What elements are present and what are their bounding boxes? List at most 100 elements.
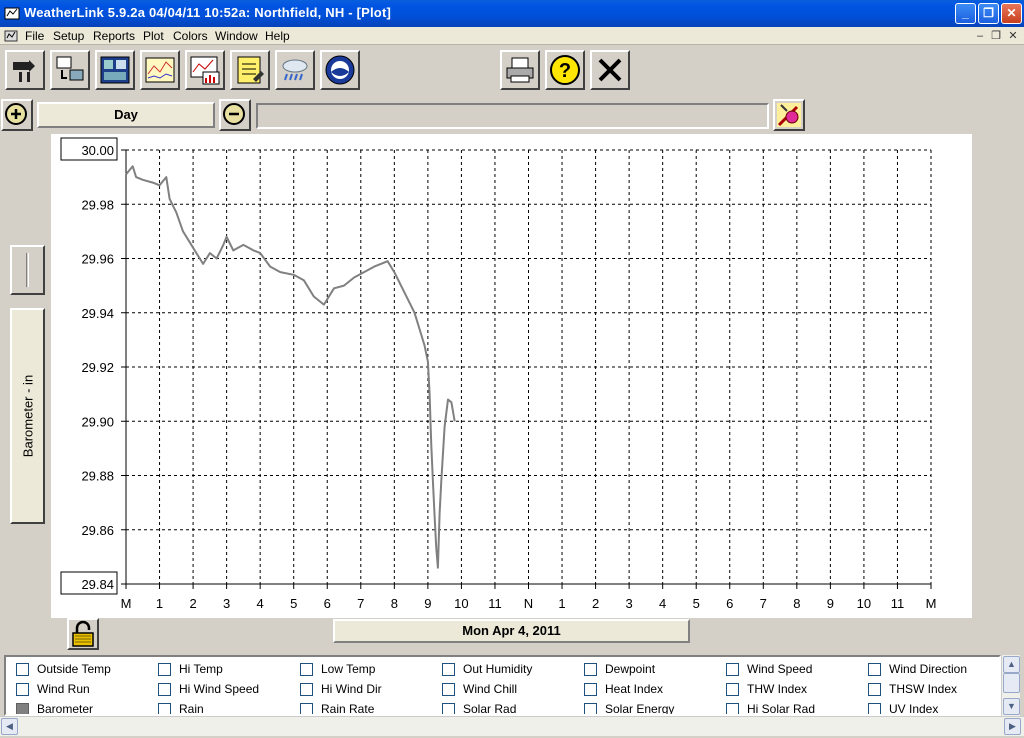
scroll-left-button[interactable]: ◀ <box>1 718 18 735</box>
checklist-item[interactable]: Low Temp <box>300 660 438 678</box>
station-button[interactable] <box>95 50 135 90</box>
print-button[interactable] <box>500 50 540 90</box>
title-bar: WeatherLink 5.9.2a 04/04/11 10:52a: Nort… <box>0 0 1024 27</box>
lock-button[interactable] <box>67 618 99 650</box>
weather-button[interactable] <box>275 50 315 90</box>
x-tick-label: 9 <box>827 596 834 611</box>
slider-grip <box>26 253 29 287</box>
color-picker-button[interactable] <box>773 99 805 131</box>
checklist-item[interactable]: Heat Index <box>584 680 722 698</box>
menu-window[interactable]: Window <box>215 29 258 43</box>
checkbox[interactable] <box>584 703 597 714</box>
checklist-label: Out Humidity <box>463 662 533 676</box>
checkbox[interactable] <box>158 683 171 696</box>
checkbox[interactable] <box>868 683 881 696</box>
checklist-item[interactable]: Wind Direction <box>868 660 999 678</box>
checkbox[interactable] <box>868 663 881 676</box>
notes-button[interactable] <box>230 50 270 90</box>
checkbox[interactable] <box>300 663 313 676</box>
minimize-button[interactable]: _ <box>955 3 976 24</box>
period-display[interactable]: Day <box>37 102 215 128</box>
horizontal-scrollbar[interactable]: ◀ ▶ <box>0 716 1024 736</box>
bulletin-button[interactable] <box>5 50 45 90</box>
y-axis-title-button[interactable]: Barometer - in <box>10 308 45 524</box>
checkbox[interactable] <box>584 663 597 676</box>
checkbox[interactable] <box>868 703 881 714</box>
scroll-down-button[interactable]: ▼ <box>1003 698 1020 715</box>
help-button[interactable]: ? <box>545 50 585 90</box>
plot-button[interactable] <box>185 50 225 90</box>
checklist-item[interactable]: Barometer <box>16 700 154 714</box>
checklist-item[interactable]: Rain Rate <box>300 700 438 714</box>
checklist-item[interactable]: THW Index <box>726 680 864 698</box>
checkbox[interactable] <box>158 663 171 676</box>
close-window-button[interactable]: ✕ <box>1001 3 1022 24</box>
checklist-item[interactable]: Solar Energy <box>584 700 722 714</box>
barometer-chart: M 1 2 3 4 5 6 7 8 9 10 11 N 1 2 3 4 5 6 7 8 9 10 11 M 30.00 29.98 2… <box>60 137 936 611</box>
checkbox[interactable] <box>16 703 29 714</box>
checkbox[interactable] <box>442 663 455 676</box>
checklist-item[interactable]: Wind Run <box>16 680 154 698</box>
checklist-label: Hi Solar Rad <box>747 702 816 716</box>
checklist-item[interactable]: Hi Temp <box>158 660 296 678</box>
menu-help[interactable]: Help <box>265 29 290 43</box>
y-tick-label: 29.86 <box>81 523 114 538</box>
scroll-up-button[interactable]: ▲ <box>1003 656 1020 673</box>
checklist-item[interactable]: Dewpoint <box>584 660 722 678</box>
x-tick-label: 3 <box>223 596 230 611</box>
checkbox[interactable] <box>158 703 171 714</box>
checkbox[interactable] <box>726 663 739 676</box>
checklist-label: Dewpoint <box>605 662 656 676</box>
checkbox[interactable] <box>726 703 739 714</box>
app-icon <box>4 7 20 20</box>
child-minimize-button[interactable]: – <box>972 29 988 43</box>
zoom-out-button[interactable] <box>219 99 251 131</box>
checklist-item[interactable]: Hi Wind Speed <box>158 680 296 698</box>
scroll-thumb[interactable] <box>1003 673 1020 693</box>
checklist-item[interactable]: THSW Index <box>868 680 999 698</box>
checklist-item[interactable]: Solar Rad <box>442 700 580 714</box>
checkbox[interactable] <box>442 703 455 714</box>
checkbox[interactable] <box>300 683 313 696</box>
document-icon[interactable] <box>4 29 18 43</box>
date-button[interactable]: Mon Apr 4, 2011 <box>333 619 690 643</box>
checklist-item[interactable]: Hi Solar Rad <box>726 700 864 716</box>
close-plot-button[interactable] <box>590 50 630 90</box>
checklist-scrollbar[interactable]: ▲ ▼ <box>1001 655 1020 716</box>
checkbox[interactable] <box>300 703 313 714</box>
child-close-button[interactable]: ✕ <box>1005 29 1021 43</box>
checkbox[interactable] <box>584 683 597 696</box>
checklist-item[interactable]: Hi Wind Dir <box>300 680 438 698</box>
checklist-item[interactable]: Outside Temp <box>16 660 154 678</box>
menu-reports[interactable]: Reports <box>93 29 135 43</box>
strip-chart-button[interactable] <box>140 50 180 90</box>
restore-button[interactable]: ❐ <box>978 3 999 24</box>
menu-colors[interactable]: Colors <box>173 29 208 43</box>
checkbox[interactable] <box>442 683 455 696</box>
checkbox[interactable] <box>16 683 29 696</box>
menu-plot[interactable]: Plot <box>143 29 164 43</box>
child-restore-button[interactable]: ❐ <box>988 29 1004 43</box>
x-tick-label: 1 <box>558 596 565 611</box>
checklist-item[interactable]: Wind Speed <box>726 660 864 678</box>
checklist-item[interactable]: Wind Chill <box>442 680 580 698</box>
menu-setup[interactable]: Setup <box>53 29 84 43</box>
checklist-label: THSW Index <box>889 682 958 696</box>
y-tick-label: 29.98 <box>81 197 114 212</box>
menu-file[interactable]: File <box>25 29 44 43</box>
noaa-button[interactable] <box>320 50 360 90</box>
checkbox[interactable] <box>16 663 29 676</box>
x-tick-label: 7 <box>760 596 767 611</box>
download-button[interactable] <box>50 50 90 90</box>
y-tick-label: 29.88 <box>81 469 114 484</box>
checklist-item[interactable]: Rain <box>158 700 296 714</box>
x-tick-label: 7 <box>357 596 364 611</box>
axis-slider[interactable] <box>10 245 45 295</box>
zoom-in-button[interactable] <box>1 99 33 131</box>
close-icon <box>598 58 622 82</box>
scroll-right-button[interactable]: ▶ <box>1004 718 1021 735</box>
checklist-item[interactable]: Out Humidity <box>442 660 580 678</box>
checklist-item[interactable]: UV Index <box>868 700 999 714</box>
checkbox[interactable] <box>726 683 739 696</box>
plot-panel: M 1 2 3 4 5 6 7 8 9 10 11 N 1 2 3 4 5 6 7 8 9 10 11 M 30.00 29.98 2… <box>51 134 972 618</box>
